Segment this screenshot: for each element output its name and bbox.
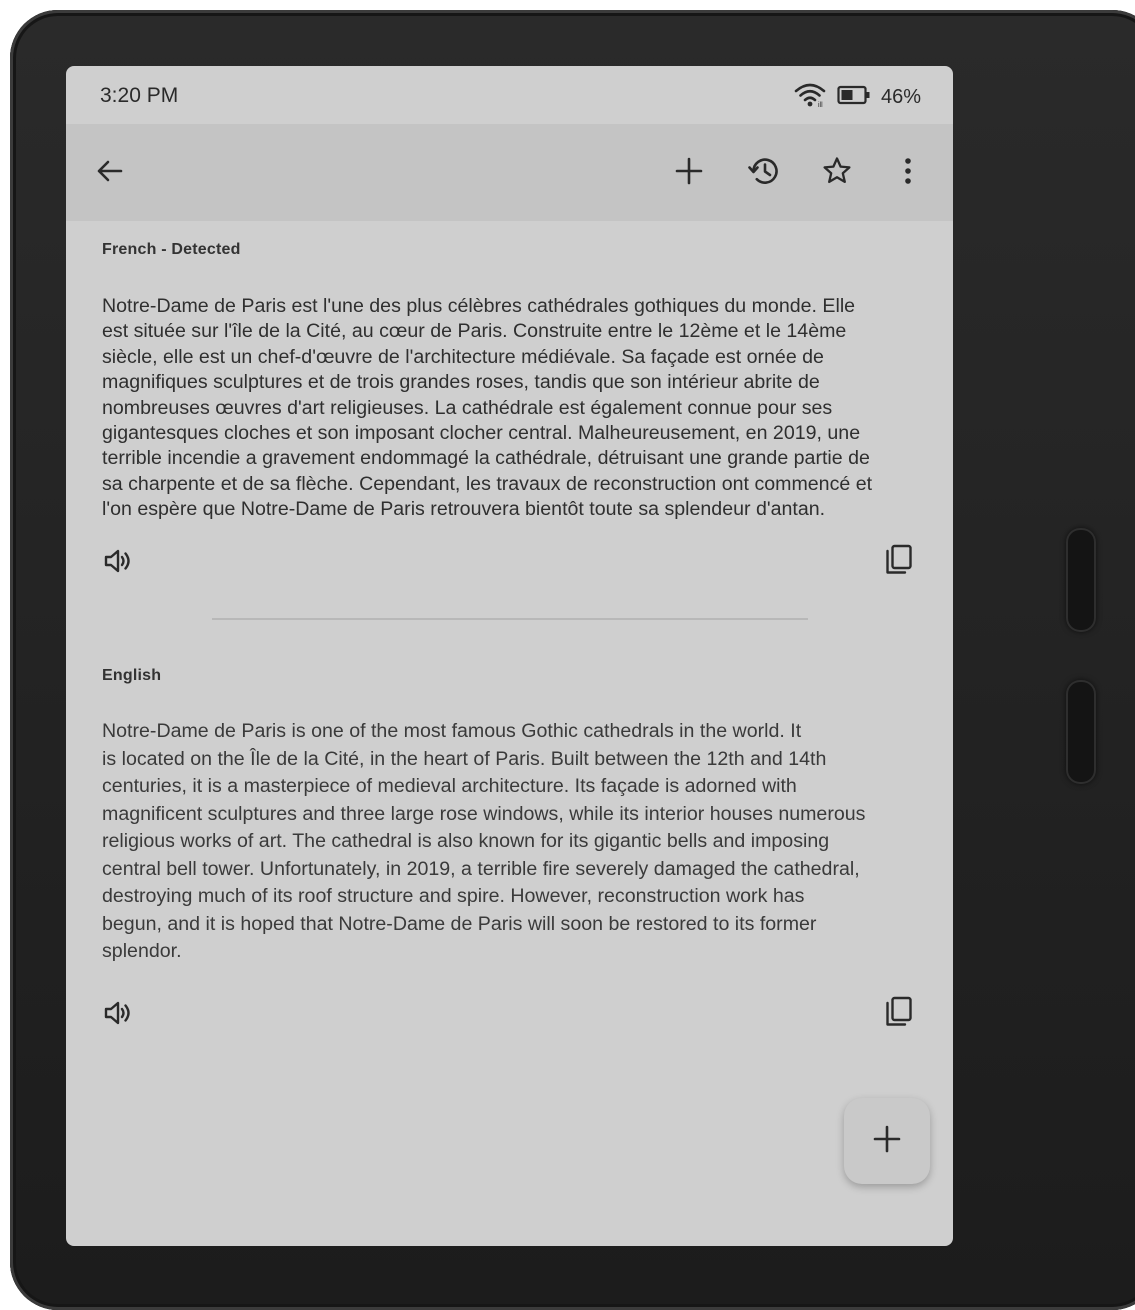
copy-icon [883, 995, 915, 1034]
battery-percent: 46% [880, 86, 921, 108]
back-button[interactable] [88, 152, 130, 194]
more-options-button[interactable] [887, 152, 929, 194]
battery-icon [837, 85, 871, 110]
target-language-label: English [102, 667, 162, 684]
app-toolbar [66, 124, 953, 221]
wifi-icon: ill [793, 82, 827, 113]
page-forward-button[interactable] [1066, 528, 1096, 632]
speaker-icon [102, 545, 134, 582]
more-vertical-icon [903, 156, 913, 191]
plus-icon [872, 1124, 902, 1159]
source-text[interactable]: Notre-Dame de Paris est l'une des plus c… [102, 294, 918, 523]
svg-text:ill: ill [818, 102, 823, 108]
speaker-icon [102, 997, 134, 1034]
source-language-label: French - Detected [102, 241, 241, 258]
section-divider [212, 618, 808, 620]
new-translation-fab[interactable] [844, 1098, 930, 1184]
target-listen-button[interactable] [98, 995, 138, 1035]
history-button[interactable] [743, 152, 785, 194]
status-bar: 3:20 PM ill 46% [66, 66, 953, 124]
favorite-button[interactable] [816, 152, 858, 194]
translated-text[interactable]: Notre-Dame de Paris is one of the most f… [102, 718, 918, 966]
status-time: 3:20 PM [100, 84, 179, 107]
screen: 3:20 PM ill 46% French - Detected Notre-… [66, 66, 953, 1246]
target-copy-button[interactable] [879, 994, 919, 1034]
status-right: ill 46% [793, 82, 921, 113]
add-button[interactable] [668, 152, 710, 194]
arrow-back-icon [94, 156, 124, 191]
star-icon [821, 155, 853, 192]
history-icon [747, 154, 781, 193]
source-copy-button[interactable] [879, 542, 919, 582]
plus-icon [674, 156, 704, 191]
copy-icon [883, 543, 915, 582]
page-back-button[interactable] [1066, 680, 1096, 784]
source-listen-button[interactable] [98, 543, 138, 583]
